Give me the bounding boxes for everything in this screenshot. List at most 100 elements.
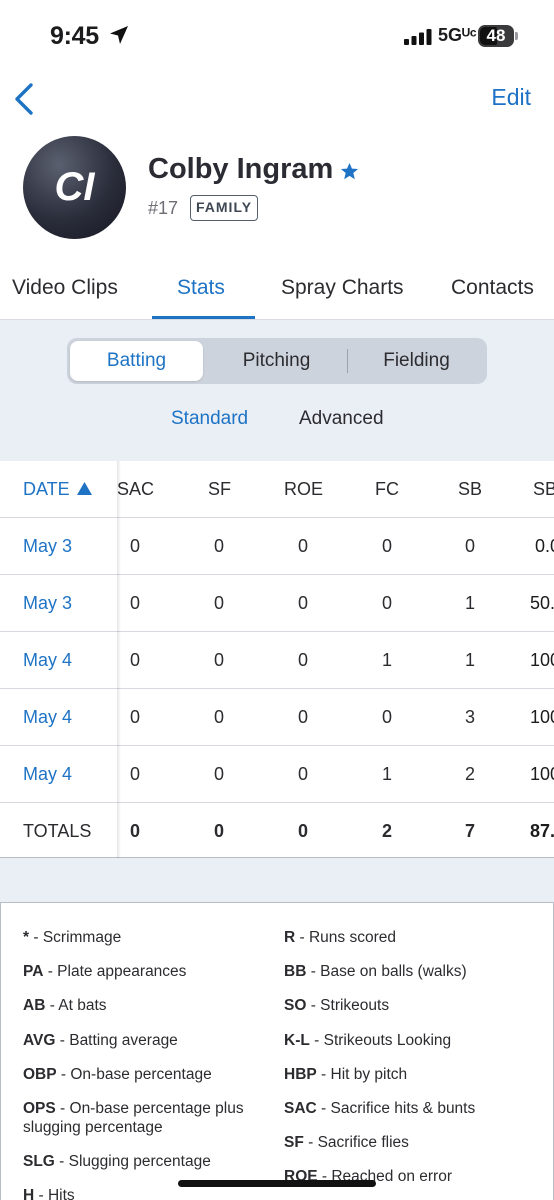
legend-item: OBP - On-base percentage	[23, 1066, 212, 1083]
cell-sb: 0	[464, 536, 475, 556]
table-row[interactable]: May 3 0 0 0 0 1 50.	[0, 575, 554, 632]
tab-stats[interactable]: Stats	[177, 276, 225, 300]
table-row[interactable]: May 4 0 0 0 1 1 100	[0, 632, 554, 689]
legend-item: K-L - Strikeouts Looking	[284, 1032, 452, 1049]
cell-sb-pct: 0.0	[535, 536, 554, 556]
network-label: 5Gᵁᶜ	[438, 25, 477, 45]
subtab-standard[interactable]: Standard	[171, 408, 248, 430]
legend-item: SO - Strikeouts	[284, 997, 390, 1014]
totals-row: TOTALS 0 0 0 2 7 87.	[0, 803, 554, 858]
table-row[interactable]: May 4 0 0 0 1 2 100	[0, 746, 554, 803]
tab-spray-charts[interactable]: Spray Charts	[281, 276, 404, 300]
cell-sf: 0	[213, 650, 224, 670]
status-bar: 9:45 5Gᵁᶜ 48	[0, 0, 554, 74]
cell-sb-pct: 100	[530, 764, 554, 784]
jersey-number: #17	[148, 198, 179, 218]
cell-sb: 2	[464, 764, 475, 784]
cell-sb: 1	[464, 650, 475, 670]
signal-icon	[404, 29, 432, 45]
sort-up-icon[interactable]	[77, 482, 92, 495]
role-badge: FAMILY	[190, 195, 259, 221]
cell-roe: 0	[297, 650, 308, 670]
star-icon[interactable]	[340, 162, 359, 181]
legend-item: AVG - Batting average	[23, 1032, 178, 1049]
legend-item: R - Runs scored	[284, 929, 396, 946]
battery-icon: 48	[478, 25, 518, 47]
segment-fielding[interactable]: Fielding	[350, 341, 483, 381]
stats-table: DATE SAC SF ROE FC SB SB May 3 0 0 0 0 0…	[0, 461, 554, 858]
row-date[interactable]: May 3	[23, 518, 72, 575]
cell-fc: 1	[381, 764, 392, 784]
cell-fc: 0	[381, 593, 392, 613]
legend-item: SAC - Sacrifice hits & bunts	[284, 1100, 476, 1117]
segment-pitching[interactable]: Pitching	[210, 341, 343, 381]
tab-contacts[interactable]: Contacts	[451, 276, 534, 300]
legend-item: H - Hits	[23, 1187, 75, 1200]
profile-tabs: Video Clips Stats Spray Charts Contacts	[0, 270, 554, 320]
row-date[interactable]: May 4	[23, 689, 72, 746]
column-header-sb[interactable]: SB	[458, 461, 482, 518]
cell-sb-pct: 50.	[530, 593, 554, 613]
totals-label: TOTALS	[23, 821, 92, 841]
legend-item: SF - Sacrifice flies	[284, 1134, 409, 1151]
segment-divider	[347, 349, 348, 373]
total-fc: 2	[381, 821, 392, 841]
segment-batting[interactable]: Batting	[70, 341, 203, 381]
row-date[interactable]: May 4	[23, 746, 72, 803]
cell-sac: 0	[129, 650, 140, 670]
table-header-row: DATE SAC SF ROE FC SB SB	[0, 461, 554, 518]
player-name: Colby Ingram	[148, 153, 334, 185]
cell-roe: 0	[297, 536, 308, 556]
frozen-column-shadow	[117, 461, 121, 858]
cell-fc: 1	[381, 650, 392, 670]
total-sac: 0	[129, 821, 140, 841]
cell-sb-pct: 100	[530, 707, 554, 727]
cell-sb: 3	[464, 707, 475, 727]
section-gap	[0, 858, 554, 902]
cell-sb: 1	[464, 593, 475, 613]
legend-item: OPS - On-base percentage plus slugging p…	[23, 1100, 244, 1136]
legend-item: * - Scrimmage	[23, 929, 122, 946]
legend-item: HBP - Hit by pitch	[284, 1066, 408, 1083]
avatar: CI	[23, 136, 126, 239]
table-row[interactable]: May 3 0 0 0 0 0 0.0	[0, 518, 554, 575]
home-indicator[interactable]	[178, 1180, 376, 1187]
column-header-sac[interactable]: SAC	[117, 461, 154, 518]
legend-item: AB - At bats	[23, 997, 107, 1014]
stat-type-segmented-control: Batting Pitching Fielding	[67, 338, 487, 384]
column-header-sb-pct[interactable]: SB	[533, 461, 554, 518]
cell-sac: 0	[129, 764, 140, 784]
total-sf: 0	[213, 821, 224, 841]
cell-roe: 0	[297, 593, 308, 613]
tab-video-clips[interactable]: Video Clips	[12, 276, 118, 300]
stats-filter-panel: Batting Pitching Fielding Standard Advan…	[0, 320, 554, 461]
status-time: 9:45	[50, 22, 99, 50]
location-arrow-icon	[110, 26, 128, 44]
cell-roe: 0	[297, 707, 308, 727]
column-header-fc[interactable]: FC	[375, 461, 399, 518]
legend-item: SLG - Slugging percentage	[23, 1153, 211, 1170]
edit-button[interactable]: Edit	[491, 84, 531, 111]
cell-sf: 0	[213, 707, 224, 727]
cell-sb-pct: 100	[530, 650, 554, 670]
total-sb-pct: 87.	[530, 821, 554, 841]
cell-fc: 0	[381, 707, 392, 727]
legend-item: PA - Plate appearances	[23, 963, 187, 980]
row-date[interactable]: May 3	[23, 575, 72, 632]
chevron-left-icon[interactable]	[12, 82, 36, 116]
column-header-sf[interactable]: SF	[208, 461, 231, 518]
date-column-header[interactable]: DATE	[23, 461, 70, 518]
cell-sac: 0	[129, 707, 140, 727]
cell-sf: 0	[213, 764, 224, 784]
cell-sf: 0	[213, 593, 224, 613]
battery-level: 48	[486, 26, 506, 45]
table-row[interactable]: May 4 0 0 0 0 3 100	[0, 689, 554, 746]
row-date[interactable]: May 4	[23, 632, 72, 689]
column-header-roe[interactable]: ROE	[284, 461, 323, 518]
total-sb: 7	[464, 821, 475, 841]
cell-sac: 0	[129, 593, 140, 613]
legend-item: BB - Base on balls (walks)	[284, 963, 467, 980]
cell-roe: 0	[297, 764, 308, 784]
total-roe: 0	[297, 821, 308, 841]
subtab-advanced[interactable]: Advanced	[299, 408, 384, 430]
